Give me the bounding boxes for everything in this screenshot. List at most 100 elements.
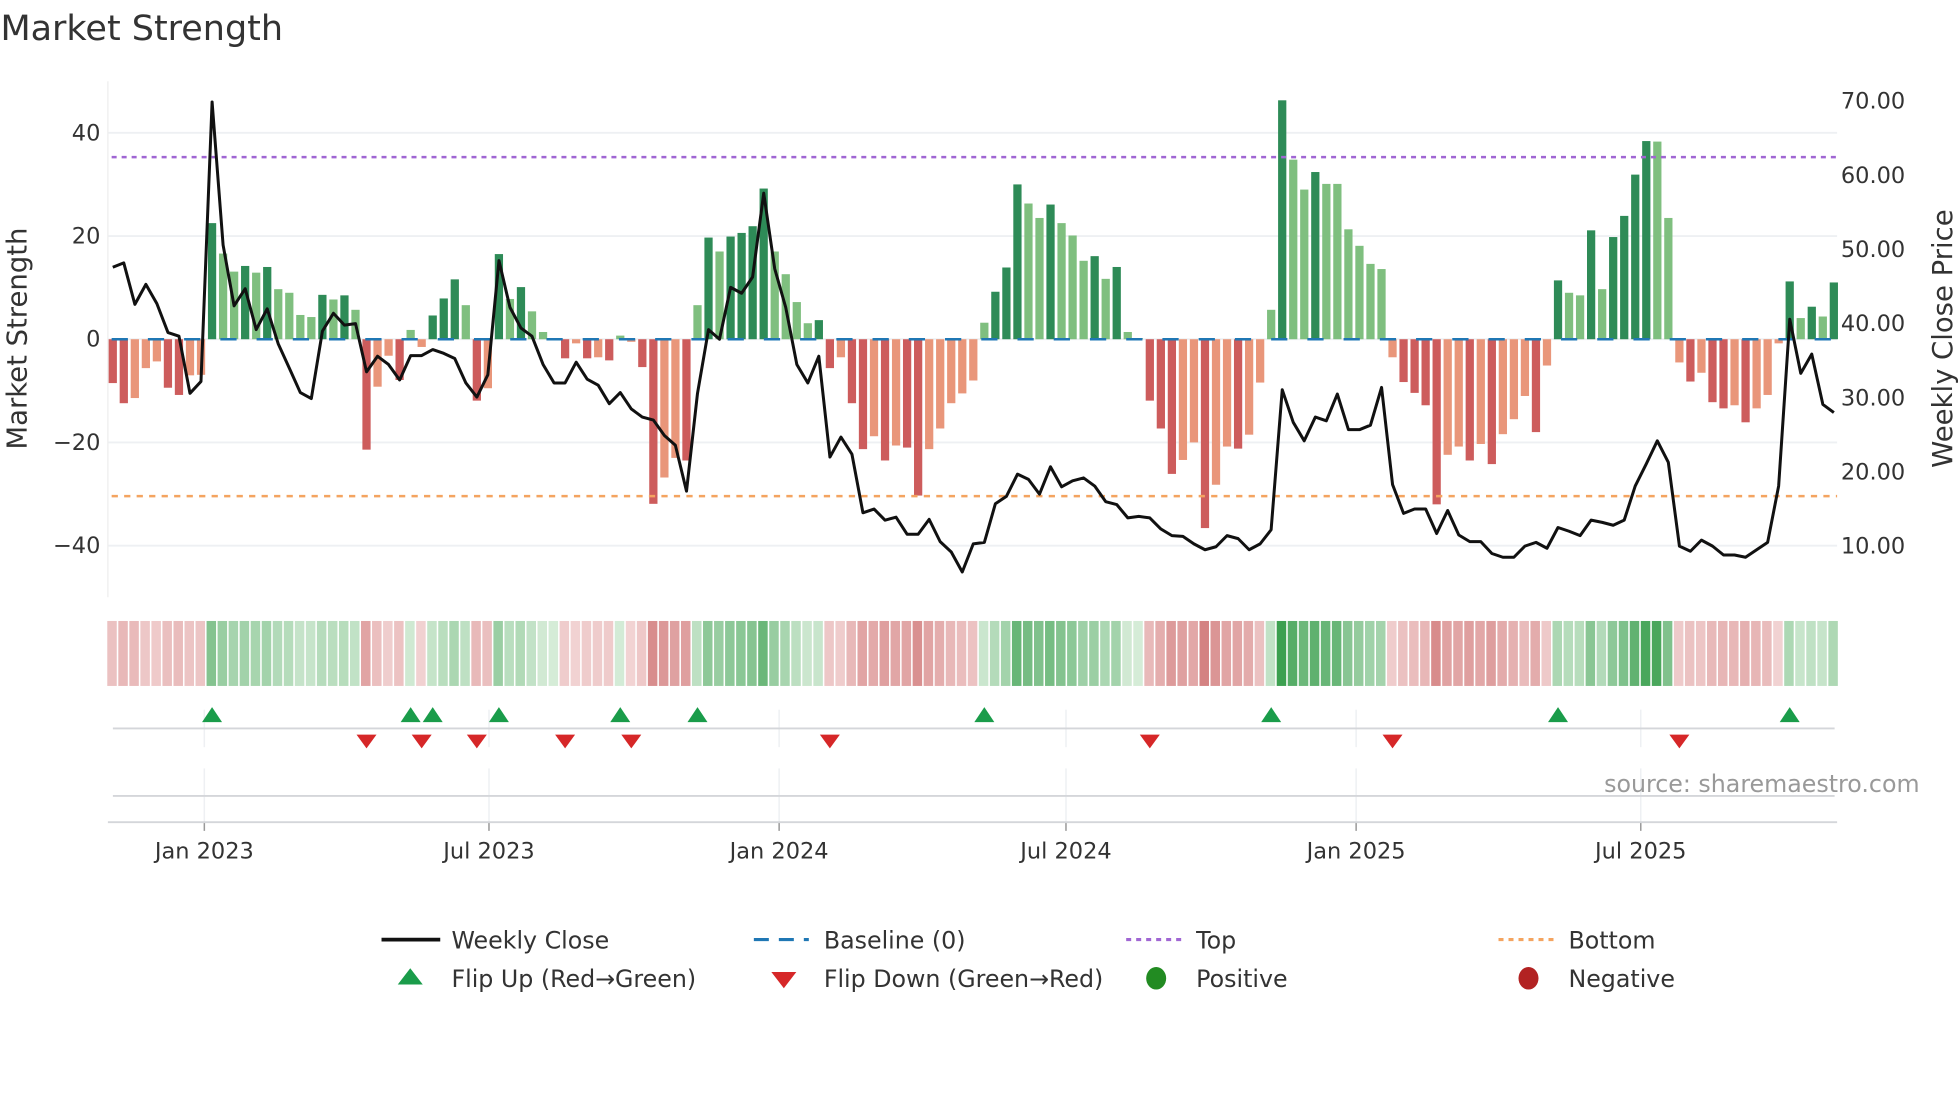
strength-bar xyxy=(936,339,945,429)
heat-cell xyxy=(1497,620,1507,686)
heat-cell xyxy=(1806,620,1816,686)
right-tick-label: 40.00 xyxy=(1841,311,1905,337)
heat-cell xyxy=(581,620,592,686)
strength-bar xyxy=(1046,204,1055,340)
heat-cell xyxy=(967,620,978,686)
heat-cell xyxy=(868,620,879,686)
flip-up-marker xyxy=(1261,707,1282,723)
heat-cell xyxy=(1453,620,1463,686)
strength-bar xyxy=(1609,237,1618,340)
strength-bar xyxy=(1796,318,1805,340)
heat-cell xyxy=(1276,620,1287,686)
heat-cell xyxy=(835,620,845,686)
strength-bar xyxy=(1333,183,1342,340)
heat-cell xyxy=(272,620,283,686)
left-tick-label: 0 xyxy=(86,327,100,353)
x-axis: Jan 2023 Jul 2023 Jan 2024 Jul 2024 Jan 2025… xyxy=(107,821,1838,864)
flip-markers-panel xyxy=(112,707,1835,823)
heat-cell xyxy=(1563,620,1574,686)
strength-bar xyxy=(1289,159,1298,340)
heat-cell xyxy=(1795,620,1805,686)
heat-cell xyxy=(923,620,934,686)
heat-cell xyxy=(1574,620,1585,686)
strength-bar xyxy=(1598,289,1607,340)
strength-bar xyxy=(1256,339,1265,383)
heat-cell xyxy=(1243,620,1254,686)
heat-cell xyxy=(625,620,636,686)
legend-item-negative: Negative xyxy=(1518,965,1675,993)
strength-bar xyxy=(1620,215,1629,340)
source-label: source: sharemaestro.com xyxy=(1604,770,1919,798)
strength-bar xyxy=(1311,172,1320,340)
heat-cell xyxy=(1640,620,1651,686)
heat-cell xyxy=(1188,620,1198,686)
heat-cell xyxy=(1762,620,1772,686)
strength-bar xyxy=(141,339,150,369)
strength-bar xyxy=(450,279,459,340)
heat-cell xyxy=(989,620,1000,686)
strength-bar xyxy=(1487,339,1496,465)
strength-bar xyxy=(1542,339,1552,366)
heat-cell xyxy=(857,620,867,686)
flip-up-triangle-icon xyxy=(397,968,423,985)
heat-cell xyxy=(647,620,658,686)
heat-cell xyxy=(780,620,790,686)
flip-up-marker xyxy=(687,707,708,723)
strength-bar xyxy=(1388,339,1397,358)
heat-cell xyxy=(658,620,669,686)
heat-cell xyxy=(1618,620,1629,686)
strength-bar xyxy=(572,339,581,344)
heat-cell xyxy=(813,620,823,686)
right-axis-label: Weekly Close Price xyxy=(1927,209,1959,467)
strength-bar xyxy=(406,329,415,340)
heat-cell xyxy=(1177,620,1187,686)
strength-bar xyxy=(428,315,437,340)
heat-cell xyxy=(1387,620,1397,686)
flip-down-marker xyxy=(356,734,377,749)
heat-cell xyxy=(1353,620,1364,686)
strength-bar xyxy=(969,339,978,381)
heat-cell xyxy=(151,620,161,686)
strength-bar xyxy=(1730,339,1739,406)
heat-cell xyxy=(1331,620,1342,686)
heat-cell xyxy=(1706,620,1717,686)
legend: Weekly Close Baseline (0) Top Bottom Fli… xyxy=(381,926,1675,993)
heat-cell xyxy=(1817,620,1827,686)
market-strength-chart: Market Strength 40 20 0 −20 −40 70.00 60.00 50… xyxy=(0,9,1959,993)
heat-cell xyxy=(228,620,239,686)
strength-bar xyxy=(847,339,857,404)
heat-cell xyxy=(515,620,525,686)
strength-bar xyxy=(1531,339,1541,433)
strength-bar xyxy=(1719,339,1728,409)
strength-bar xyxy=(1013,184,1022,340)
strength-bar xyxy=(384,339,393,356)
strength-bar xyxy=(1741,339,1750,423)
strength-bar xyxy=(660,339,669,478)
heat-cell xyxy=(107,620,117,686)
heat-cell xyxy=(769,620,779,686)
flip-up-marker xyxy=(400,707,421,723)
heat-cell xyxy=(1751,620,1761,686)
strength-bar xyxy=(704,237,713,340)
strength-bar xyxy=(1322,183,1331,340)
heat-cell xyxy=(482,620,492,686)
heat-cell xyxy=(1155,620,1165,686)
flip-down-marker xyxy=(555,734,576,749)
strength-bar xyxy=(1267,309,1276,340)
heat-cell xyxy=(758,620,768,686)
heat-cell xyxy=(383,620,393,686)
strength-bar xyxy=(1829,282,1838,340)
heat-cell xyxy=(1718,620,1728,686)
strength-bar xyxy=(792,302,801,340)
heat-cell xyxy=(1210,620,1221,686)
strength-bar xyxy=(1079,260,1088,340)
strength-bar xyxy=(1233,339,1243,449)
right-axis-ticks: 70.00 60.00 50.00 40.00 30.00 20.00 10.00 xyxy=(1841,89,1905,560)
heat-cell xyxy=(1530,620,1540,686)
heat-cell xyxy=(1309,620,1320,686)
heat-cell xyxy=(283,620,294,686)
strength-bar xyxy=(417,339,426,347)
heat-cell xyxy=(592,620,603,686)
legend-label: Baseline (0) xyxy=(824,926,966,954)
heat-cell xyxy=(1298,620,1309,686)
